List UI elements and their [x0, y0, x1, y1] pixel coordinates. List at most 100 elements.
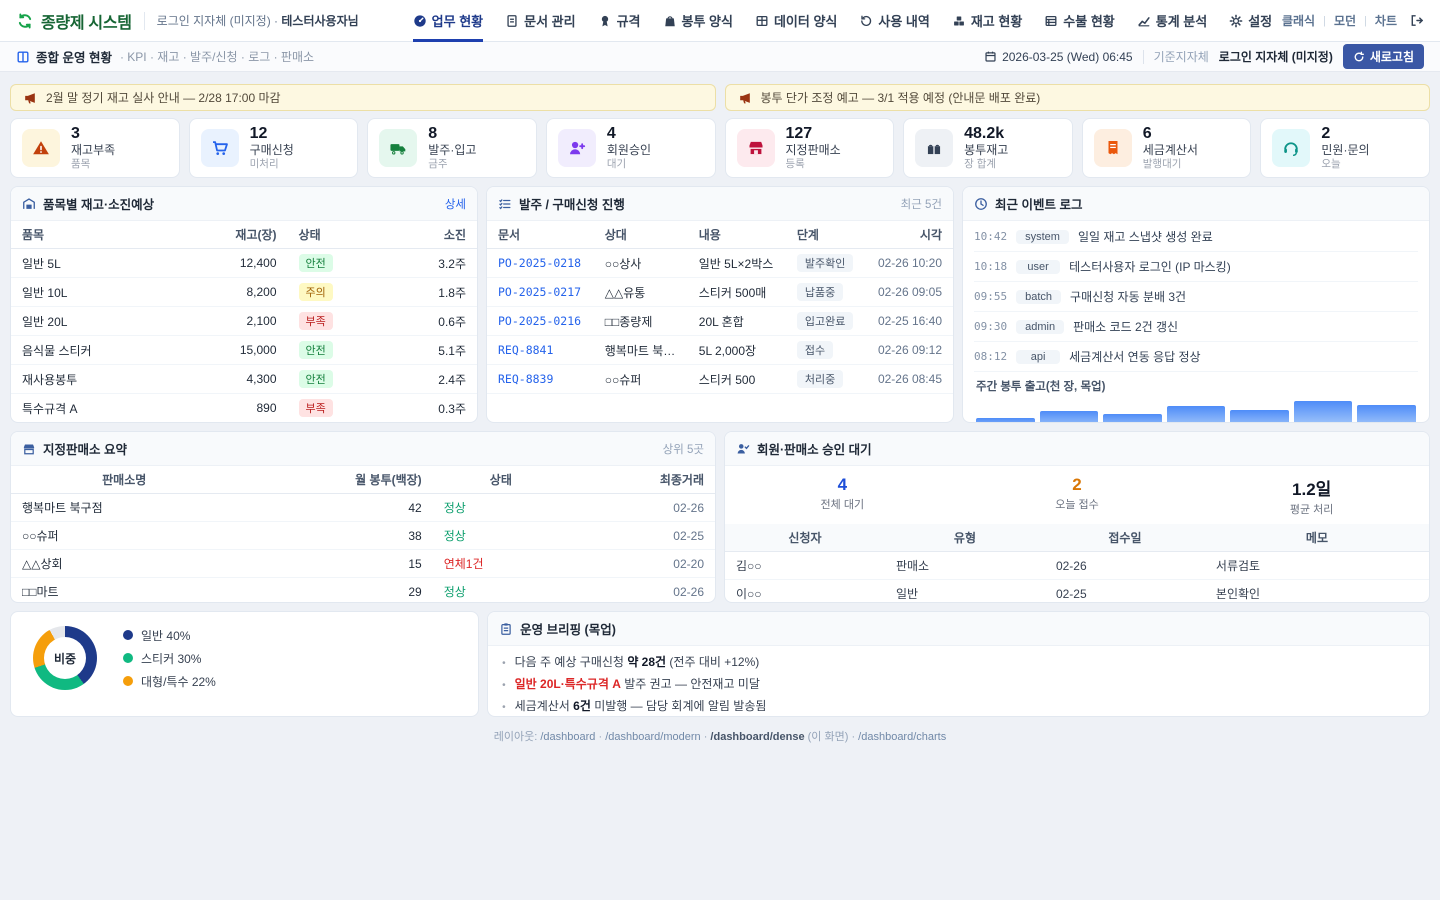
doc-cell: REQ-8839 [487, 365, 594, 394]
kpi-card-bag-stock[interactable]: 48.2k봉투재고장 합계 [903, 118, 1073, 178]
store-status: 정상 [444, 529, 466, 543]
warning-icon [32, 139, 50, 157]
megaphone-icon [738, 91, 752, 105]
table-row: △△상회15연체1건02-20 [11, 550, 715, 578]
kpi-icon-box [737, 129, 775, 167]
stage-cell: 발주확인 [786, 249, 866, 278]
item-name: 재사용봉투 [11, 365, 175, 394]
layout-mode-chart[interactable]: 차트 [1375, 12, 1397, 29]
legend-label: 대형/특수 22% [141, 673, 216, 690]
refresh-button[interactable]: 새로고침 [1343, 44, 1424, 69]
store-status-cell: 정상 [433, 578, 569, 604]
doc-link[interactable]: PO-2025-0216 [498, 314, 581, 328]
inventory-panel: 품목별 재고·소진예상 상세 품목 재고(장) 상태 소진 일반 5L12,40… [10, 186, 478, 423]
kpi-card-low-stock[interactable]: 3재고부족품목 [10, 118, 180, 178]
kpi-card-complaints[interactable]: 2민원·문의오늘 [1260, 118, 1430, 178]
kpi-card-purchase-requests[interactable]: 12구매신청미처리 [189, 118, 359, 178]
item-name: 일반 5L [11, 249, 175, 278]
stat-label: 평균 처리 [1194, 501, 1429, 517]
weekly-chart-title: 주간 봉투 출고(천 장, 목업) [976, 378, 1416, 394]
table-row: 재사용봉투4,300안전2.4주 [11, 365, 477, 394]
nav-tab-ledger-status[interactable]: 수불 현황 [1044, 0, 1114, 42]
memo: 본인확인 [1205, 580, 1429, 604]
clipboard-icon [499, 622, 513, 636]
doc-link[interactable]: REQ-8841 [498, 343, 553, 357]
legend-dot [123, 676, 133, 686]
status-badge: 안전 [299, 341, 333, 359]
legend-dot [123, 653, 133, 663]
item-stock: 890 [175, 394, 288, 423]
nav-tab-bag-forms[interactable]: 봉투 양식 [663, 0, 733, 42]
footer-separator: · [598, 731, 602, 743]
layout-mode-modern[interactable]: 모던 [1334, 12, 1356, 29]
stores-panel: 지정판매소 요약 상위 5곳 판매소명 월 봉투(백장) 상태 최종거래 행복마… [10, 431, 716, 603]
kpi-icon-box [201, 129, 239, 167]
receipt-icon [1104, 139, 1122, 157]
nav-tab-stock-status[interactable]: 재고 현황 [952, 0, 1022, 42]
nav-tab-usage-history[interactable]: 사용 내역 [859, 0, 929, 42]
order-desc: 스티커 500 [688, 365, 786, 394]
col-header: 문서 [487, 221, 594, 249]
item-stock: 15,000 [175, 336, 288, 365]
doc-link[interactable]: PO-2025-0217 [498, 285, 581, 299]
doc-link[interactable]: PO-2025-0218 [498, 256, 581, 270]
datetime-text: 2026-03-25 (Wed) 06:45 [1002, 50, 1133, 64]
kpi-card-member-approvals[interactable]: 4회원승인대기 [546, 118, 716, 178]
doc-link[interactable]: REQ-8839 [498, 372, 553, 386]
truck-icon [389, 139, 407, 157]
event-tag: admin [1016, 320, 1064, 334]
kpi-label: 봉투재고 [964, 143, 1008, 158]
store-name: □□마트 [11, 578, 237, 604]
table-row: 일반 5L12,400안전3.2주 [11, 249, 477, 278]
nav-tab-data-forms[interactable]: 데이터 양식 [755, 0, 837, 42]
footer-link-charts[interactable]: /dashboard/charts [858, 731, 946, 743]
kpi-value: 8 [428, 125, 476, 143]
refresh-label: 새로고침 [1370, 48, 1414, 65]
doc-cell: PO-2025-0217 [487, 278, 594, 307]
store-name: 행복마트 북구점 [11, 494, 237, 522]
item-status-cell: 안전 [288, 249, 389, 278]
partner: 행복마트 북… [594, 336, 688, 365]
stage-badge: 납품중 [797, 283, 843, 301]
share-donut-panel: 비중 일반 40%스티커 30%대형/특수 22% [10, 611, 479, 717]
kpi-card-orders-inbound[interactable]: 8발주·입고금주 [367, 118, 537, 178]
kpi-value: 127 [786, 125, 841, 143]
kpi-label: 회원승인 [607, 143, 651, 158]
briefing-text: 다음 주 예상 구매신청 약 28건 (전주 대비 +12%) [515, 653, 760, 670]
nav-label: 수불 현황 [1063, 11, 1114, 30]
item-depletion: 1.8주 [388, 278, 477, 307]
table-header-row: 판매소명 월 봉투(백장) 상태 최종거래 [11, 466, 715, 494]
col-header: 메모 [1205, 524, 1429, 552]
kpi-card-tax-invoices[interactable]: 6세금계산서발행대기 [1082, 118, 1252, 178]
inventory-detail-link[interactable]: 상세 [445, 196, 466, 212]
brand-logo[interactable]: 종량제 시스템 [16, 9, 132, 33]
orders-panel: 발주 / 구매신청 진행 최근 5건 문서 상대 내용 단계 시각 PO-202… [486, 186, 954, 423]
store-last-tx: 02-26 [569, 578, 715, 604]
nav-label: 문서 관리 [524, 11, 575, 30]
panel-meta: 최근 5건 [901, 196, 942, 212]
headset-icon [1282, 139, 1300, 157]
layout-mode-classic[interactable]: 클래식 [1282, 12, 1315, 29]
stat-label: 오늘 접수 [960, 496, 1195, 512]
nav-tab-documents[interactable]: 문서 관리 [505, 0, 575, 42]
order-time: 02-26 09:05 [866, 278, 953, 307]
nav-tab-statistics[interactable]: 통계 분석 [1137, 0, 1207, 42]
footer-link-dense[interactable]: /dashboard/dense [710, 731, 804, 743]
panel-title: 지정판매소 요약 [43, 439, 127, 458]
footer-link-modern[interactable]: /dashboard/modern [605, 731, 700, 743]
nav-tab-settings[interactable]: 설정 [1229, 0, 1272, 42]
logout-button[interactable] [1409, 13, 1424, 28]
kpi-label: 세금계산서 [1143, 143, 1198, 158]
partner: ○○상사 [594, 249, 688, 278]
item-stock: 12,400 [175, 249, 288, 278]
main-row-3: 비중 일반 40%스티커 30%대형/특수 22% 운영 브리핑 (목업) •다… [10, 611, 1430, 717]
legend-dot [123, 630, 133, 640]
stat-total-waiting: 4전체 대기 [725, 475, 960, 517]
nav-tab-work-status[interactable]: 업무 현황 [413, 0, 483, 42]
footer-link-dashboard[interactable]: /dashboard [540, 731, 595, 743]
event-message: 테스터사용자 로그인 (IP 마스킹) [1069, 258, 1231, 275]
nav-tab-specs[interactable]: 규격 [598, 0, 641, 42]
kpi-card-designated-stores[interactable]: 127지정판매소등록 [725, 118, 895, 178]
event-item: 10:42system일일 재고 스냅샷 생성 완료 [974, 222, 1418, 252]
notice-text: 2월 말 정기 재고 실사 안내 — 2/28 17:00 마감 [46, 89, 281, 106]
